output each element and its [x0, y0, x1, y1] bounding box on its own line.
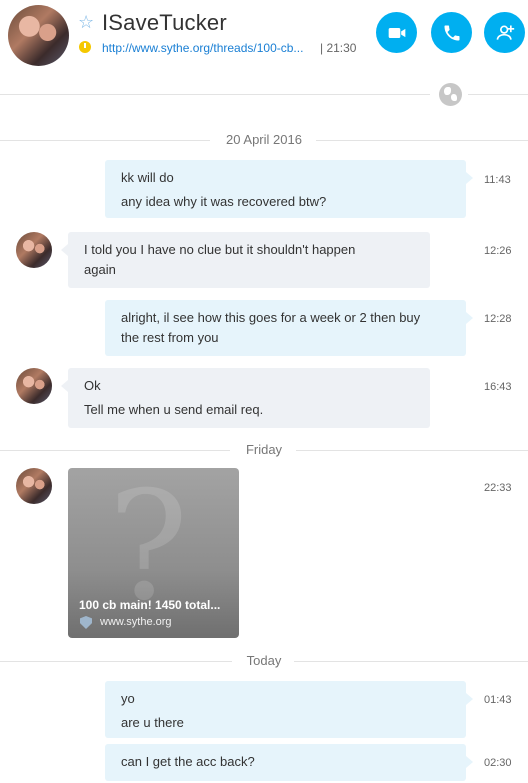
message-bubble-incoming[interactable]: I told you I have no clue but it shouldn…: [61, 232, 430, 288]
link-preview-card[interactable]: ? 100 cb main! 1450 total... www.sythe.o…: [68, 468, 239, 638]
date-separator-label: Friday: [245, 442, 283, 457]
video-call-button[interactable]: [376, 12, 417, 53]
message-bubble-outgoing[interactable]: yo are u there: [105, 681, 473, 738]
message-time: 02:30: [484, 757, 512, 769]
header-divider-right: [468, 94, 528, 95]
message-text: I told you I have no clue but it shouldn…: [84, 242, 356, 257]
mood-message-time: | 21:30: [320, 41, 357, 55]
message-text: are u there: [121, 715, 184, 730]
message-text: alright, il see how this goes for a week…: [121, 310, 421, 325]
date-separator: Friday: [0, 440, 528, 460]
message-text: can I get the acc back?: [121, 754, 255, 769]
message-text: again: [84, 262, 116, 277]
message-text: any idea why it was recovered btw?: [121, 194, 327, 209]
conversation-header: ☆ ISaveTucker http://www.sythe.org/threa…: [0, 0, 528, 72]
away-status-icon: [79, 41, 91, 53]
sender-avatar[interactable]: [16, 368, 52, 404]
message-text: kk will do: [121, 170, 174, 185]
mood-message-link[interactable]: http://www.sythe.org/threads/100-cb...: [102, 41, 303, 55]
globe-icon[interactable]: [439, 83, 462, 106]
sender-avatar[interactable]: [16, 232, 52, 268]
message-time: 12:26: [484, 245, 512, 257]
message-time: 01:43: [484, 694, 512, 706]
message-bubble-outgoing[interactable]: can I get the acc back?: [105, 744, 473, 781]
message-text: Ok: [84, 378, 101, 393]
message-time: 12:28: [484, 313, 512, 325]
message-text: Tell me when u send email req.: [84, 402, 264, 417]
favorite-star-icon[interactable]: ☆: [78, 13, 94, 31]
date-separator-label: 20 April 2016: [226, 132, 302, 147]
message-bubble-outgoing[interactable]: alright, il see how this goes for a week…: [105, 300, 473, 356]
date-separator-label: Today: [246, 653, 282, 668]
phone-icon: [444, 25, 459, 40]
link-preview-title: 100 cb main! 1450 total...: [79, 598, 221, 612]
message-bubble-incoming[interactable]: Ok Tell me when u send email req.: [61, 368, 430, 428]
add-people-button[interactable]: [484, 12, 525, 53]
message-time: 16:43: [484, 381, 512, 393]
message-time: 11:43: [484, 174, 511, 186]
date-separator: Today: [0, 651, 528, 671]
video-camera-icon: [388, 27, 405, 38]
message-text: the rest from you: [121, 330, 219, 345]
contact-name[interactable]: ISaveTucker: [102, 10, 227, 36]
message-time: 22:33: [484, 482, 512, 494]
contact-avatar[interactable]: [8, 5, 69, 66]
link-preview-domain: www.sythe.org: [100, 616, 172, 628]
site-shield-icon: [80, 616, 92, 629]
header-divider: [0, 94, 430, 95]
message-text: yo: [121, 691, 135, 706]
sender-avatar[interactable]: [16, 468, 52, 504]
add-person-icon: [496, 25, 514, 40]
message-bubble-outgoing[interactable]: kk will do any idea why it was recovered…: [105, 160, 473, 218]
call-button[interactable]: [431, 12, 472, 53]
date-separator: 20 April 2016: [0, 130, 528, 150]
